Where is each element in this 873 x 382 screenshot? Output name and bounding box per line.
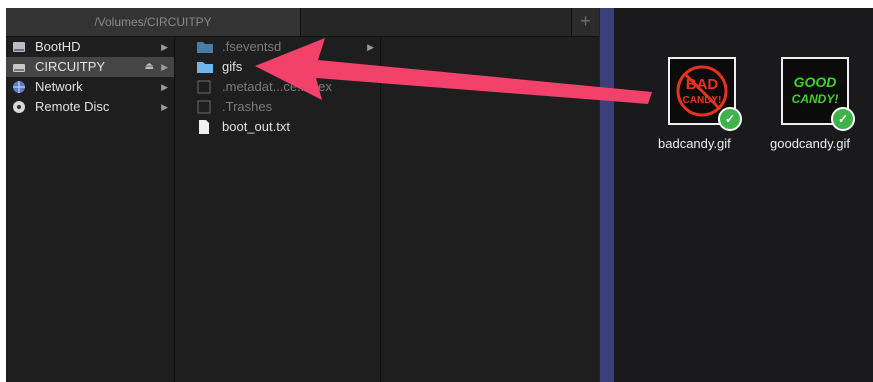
- chevron-right-icon: ▶: [161, 82, 168, 92]
- desktop-area: BAD CANDY! ✓ badcandy.gif GOOD CANDY! ✓ …: [614, 8, 873, 382]
- tab-bar: /Volumes/CIRCUITPY +: [6, 8, 599, 37]
- svg-text:CANDY!: CANDY!: [792, 92, 839, 106]
- column-volumes: BootHD ▶ CIRCUITPY ⏏ ▶ Network ▶ Remote …: [6, 37, 175, 382]
- tab-volumes-circuitpy[interactable]: /Volumes/CIRCUITPY: [6, 8, 301, 36]
- goodcandy-thumbnail[interactable]: GOOD CANDY! ✓: [781, 57, 855, 131]
- file-label: .fseventsd: [222, 39, 282, 54]
- column-empty: [381, 37, 600, 382]
- volume-network[interactable]: Network ▶: [6, 77, 174, 97]
- file-trashes[interactable]: .Trashes: [175, 97, 380, 117]
- file-boot-out[interactable]: boot_out.txt: [175, 117, 380, 137]
- hard-drive-icon: [12, 40, 26, 54]
- volume-label: BootHD: [35, 39, 81, 54]
- tab-bar-empty: [301, 8, 571, 36]
- volume-label: Network: [35, 79, 83, 94]
- chevron-right-icon: ▶: [367, 42, 374, 52]
- file-label: gifs: [222, 59, 243, 74]
- badcandy-thumbnail[interactable]: BAD CANDY! ✓: [668, 57, 742, 131]
- badcandy-filename[interactable]: badcandy.gif: [658, 136, 731, 151]
- text-file-icon: [197, 120, 211, 134]
- eject-icon[interactable]: ⏏: [145, 57, 154, 77]
- new-tab-button[interactable]: +: [571, 8, 599, 36]
- file-label: .metadat...ce.index: [222, 79, 332, 94]
- check-badge-icon: ✓: [831, 107, 855, 131]
- file-gifs[interactable]: gifs: [175, 57, 380, 77]
- disc-icon: [12, 100, 26, 114]
- generic-file-icon: [197, 80, 211, 94]
- svg-text:BAD: BAD: [686, 76, 719, 93]
- finder-window: /Volumes/CIRCUITPY + BootHD ▶ CIRCUITPY …: [6, 8, 600, 382]
- column-files: .fseventsd ▶ gifs .metadat...ce.index .T…: [175, 37, 381, 382]
- chevron-right-icon: ▶: [161, 42, 168, 52]
- external-drive-icon: [12, 60, 26, 74]
- chevron-right-icon: ▶: [161, 62, 168, 72]
- volume-label: Remote Disc: [35, 99, 110, 114]
- window-divider: [599, 8, 615, 382]
- goodcandy-filename[interactable]: goodcandy.gif: [770, 136, 850, 151]
- volume-label: CIRCUITPY: [35, 59, 106, 74]
- file-label: boot_out.txt: [222, 119, 290, 134]
- volume-boothd[interactable]: BootHD ▶: [6, 37, 174, 57]
- chevron-right-icon: ▶: [161, 102, 168, 112]
- network-globe-icon: [12, 80, 26, 94]
- folder-icon: [197, 40, 213, 54]
- volume-circuitpy[interactable]: CIRCUITPY ⏏ ▶: [6, 57, 174, 77]
- svg-text:CANDY!: CANDY!: [683, 95, 722, 106]
- check-badge-icon: ✓: [718, 107, 742, 131]
- file-label: .Trashes: [222, 99, 273, 114]
- folder-icon: [197, 60, 213, 74]
- svg-text:GOOD: GOOD: [794, 74, 837, 90]
- file-fseventsd[interactable]: .fseventsd ▶: [175, 37, 380, 57]
- generic-file-icon: [197, 100, 211, 114]
- file-metadata-index[interactable]: .metadat...ce.index: [175, 77, 380, 97]
- volume-remote-disc[interactable]: Remote Disc ▶: [6, 97, 174, 117]
